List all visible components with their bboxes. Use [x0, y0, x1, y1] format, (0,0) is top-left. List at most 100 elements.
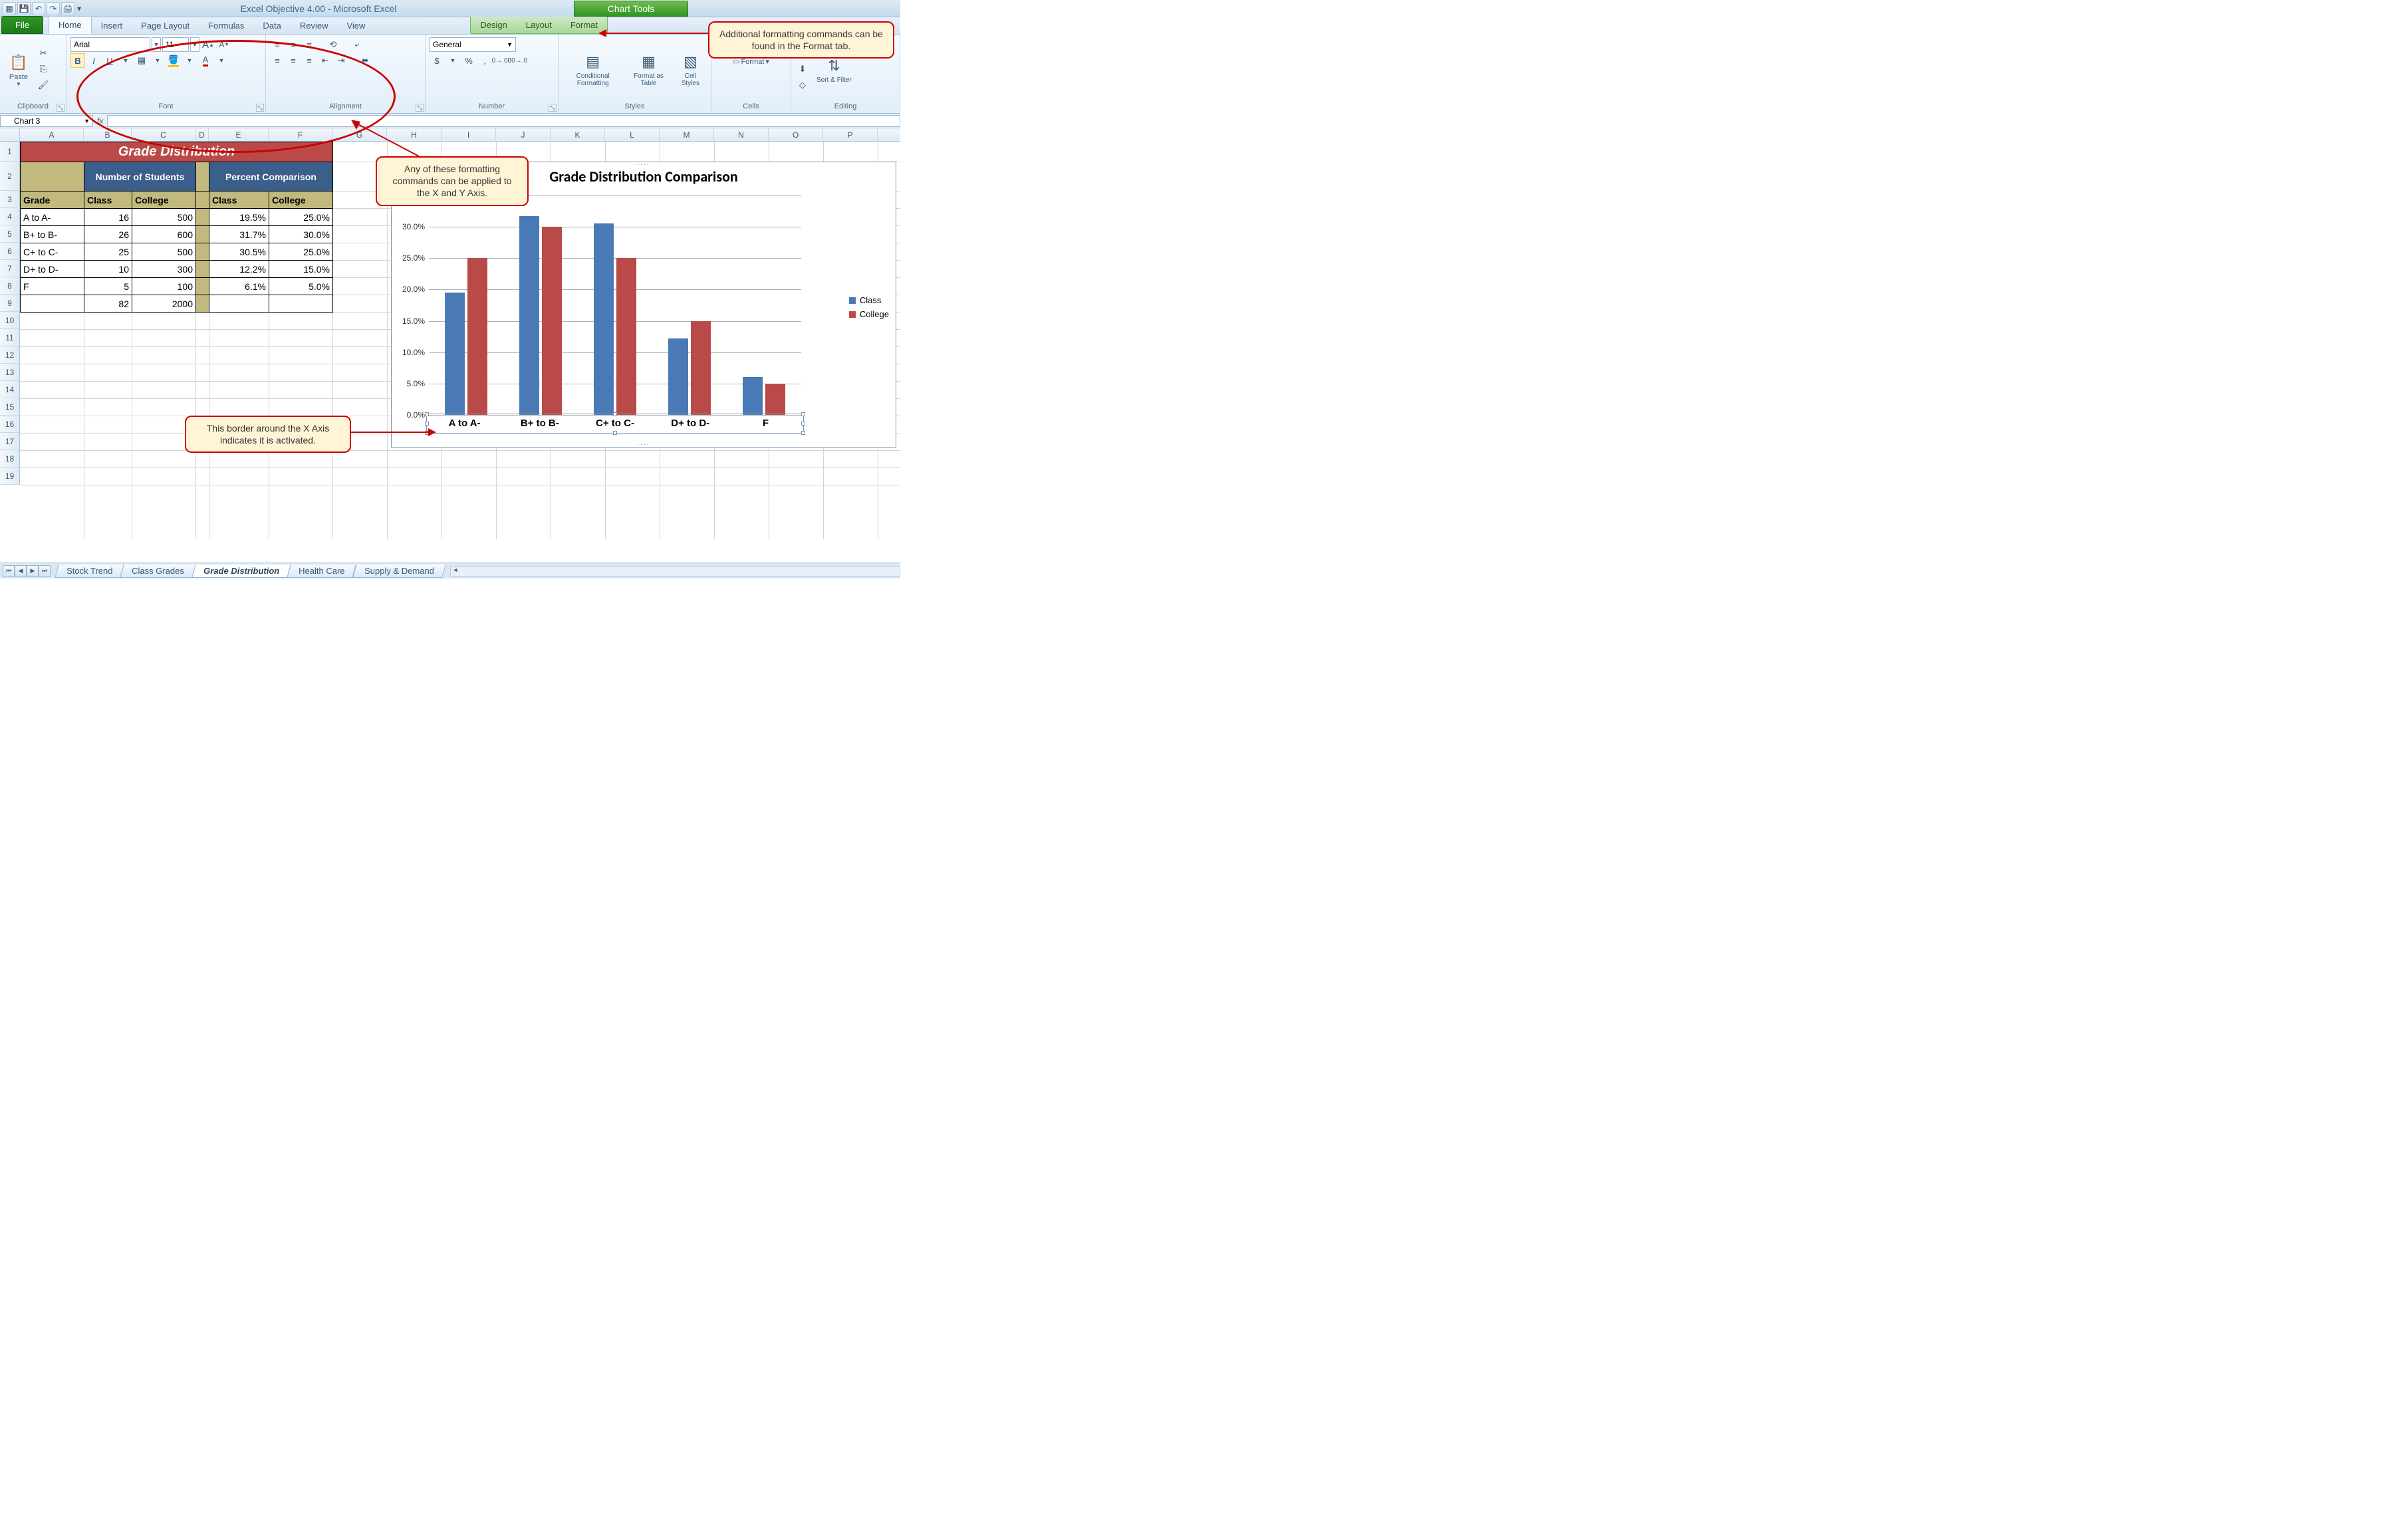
column-header[interactable]: L: [605, 128, 660, 141]
chart-legend[interactable]: Class College: [849, 295, 889, 323]
sheet-nav-first-icon[interactable]: ⏮: [3, 565, 15, 577]
size-dropdown-icon[interactable]: ▼: [190, 37, 199, 52]
cell-college-count[interactable]: 500: [132, 209, 196, 226]
cell-class-pct[interactable]: 19.5%: [209, 209, 269, 226]
sheet-tab[interactable]: Stock Trend: [55, 565, 124, 578]
cell-styles-button[interactable]: ▧ Cell Styles: [674, 50, 707, 88]
cell-class-pct[interactable]: 30.5%: [209, 243, 269, 261]
row-header[interactable]: 17: [0, 433, 20, 450]
cell-grade[interactable]: C+ to C-: [21, 243, 84, 261]
currency-icon[interactable]: $: [430, 53, 444, 68]
print-icon[interactable]: 🖨: [61, 2, 74, 15]
underline-dropdown-icon[interactable]: ▼: [118, 53, 133, 68]
row-header[interactable]: 11: [0, 329, 20, 346]
cell-grade[interactable]: D+ to D-: [21, 261, 84, 278]
row-header[interactable]: 18: [0, 450, 20, 467]
column-header[interactable]: I: [441, 128, 496, 141]
column-header[interactable]: C: [132, 128, 195, 141]
decrease-indent-icon[interactable]: ⇤: [318, 53, 332, 68]
tab-design[interactable]: Design: [471, 17, 516, 33]
cell-college-pct[interactable]: 5.0%: [269, 278, 333, 295]
fill-icon[interactable]: ⬇: [795, 62, 810, 76]
borders-dropdown-icon[interactable]: ▼: [150, 53, 165, 68]
chart-handle-bottom[interactable]: ∙∙∙∙: [637, 441, 650, 448]
align-center-icon[interactable]: ≡: [286, 53, 301, 68]
column-header[interactable]: G: [332, 128, 387, 141]
fill-dropdown-icon[interactable]: ▼: [182, 53, 197, 68]
chart-bar[interactable]: [542, 227, 562, 415]
paste-button[interactable]: 📋 Paste ▼: [4, 51, 33, 88]
row-header[interactable]: 12: [0, 346, 20, 364]
fx-icon[interactable]: fx: [93, 116, 107, 126]
column-header[interactable]: A: [20, 128, 84, 141]
name-box[interactable]: Chart 3 ▼: [0, 115, 93, 127]
excel-icon[interactable]: ▦: [3, 2, 16, 15]
sheet-nav-next-icon[interactable]: ▶: [27, 565, 39, 577]
row-header[interactable]: 13: [0, 364, 20, 381]
tab-page-layout[interactable]: Page Layout: [132, 17, 199, 34]
chart-bar[interactable]: [743, 377, 763, 416]
row-header[interactable]: 14: [0, 381, 20, 398]
font-color-icon[interactable]: A: [198, 53, 213, 68]
sheet-tab[interactable]: Class Grades: [120, 565, 196, 578]
legend-item-college[interactable]: College: [849, 309, 889, 319]
increase-indent-icon[interactable]: ⇥: [334, 53, 348, 68]
chart-plot-area[interactable]: 0.0%5.0%10.0%15.0%20.0%25.0%30.0%35.0%: [429, 195, 801, 415]
redo-icon[interactable]: ↷: [47, 2, 60, 15]
chart-bar[interactable]: [594, 223, 614, 415]
save-icon[interactable]: 💾: [17, 2, 31, 15]
chart-handle-top[interactable]: ∙∙∙∙: [637, 161, 650, 168]
undo-icon[interactable]: ↶: [32, 2, 45, 15]
axis-handle[interactable]: [425, 431, 429, 435]
sheet-nav-last-icon[interactable]: ⏭: [39, 565, 51, 577]
align-middle-icon[interactable]: ≡: [286, 37, 301, 52]
tab-data[interactable]: Data: [253, 17, 290, 34]
cut-icon[interactable]: ✂: [36, 46, 51, 61]
row-header[interactable]: 7: [0, 260, 20, 277]
row-header[interactable]: 8: [0, 277, 20, 295]
chart-x-axis[interactable]: A to A-B+ to B-C+ to C-D+ to D-F: [426, 414, 804, 434]
chart-bar[interactable]: [519, 216, 539, 415]
row-header[interactable]: 9: [0, 295, 20, 312]
decrease-decimal-icon[interactable]: .00→.0: [509, 53, 524, 68]
row-header[interactable]: 5: [0, 225, 20, 243]
tab-insert[interactable]: Insert: [92, 17, 132, 34]
cell-class-count[interactable]: 16: [84, 209, 132, 226]
align-top-icon[interactable]: ≡: [270, 37, 285, 52]
column-header[interactable]: N: [714, 128, 769, 141]
conditional-formatting-button[interactable]: ▤ Conditional Formatting: [563, 50, 623, 88]
font-dropdown-icon[interactable]: ▼: [152, 37, 161, 52]
cell-college-pct[interactable]: 25.0%: [269, 209, 333, 226]
sheet-tab[interactable]: Health Care: [287, 565, 357, 578]
cell-class-pct[interactable]: 6.1%: [209, 278, 269, 295]
bold-button[interactable]: B: [70, 53, 85, 68]
cell-college-count[interactable]: 600: [132, 226, 196, 243]
axis-handle[interactable]: [801, 422, 805, 426]
row-header[interactable]: 15: [0, 398, 20, 416]
row-header[interactable]: 10: [0, 312, 20, 329]
sheet-tab[interactable]: Grade Distribution: [191, 565, 291, 578]
sheet-nav-prev-icon[interactable]: ◀: [15, 565, 27, 577]
underline-button[interactable]: U: [102, 53, 117, 68]
row-header[interactable]: 16: [0, 416, 20, 433]
align-right-icon[interactable]: ≡: [302, 53, 316, 68]
cell-college-pct[interactable]: 30.0%: [269, 226, 333, 243]
file-tab[interactable]: File: [1, 16, 43, 34]
column-header[interactable]: F: [269, 128, 332, 141]
tab-home[interactable]: Home: [49, 16, 92, 34]
cell-class-count[interactable]: 26: [84, 226, 132, 243]
chart-bar[interactable]: [445, 293, 465, 415]
wrap-text-icon[interactable]: ⤶: [350, 37, 364, 52]
select-all-corner[interactable]: [0, 128, 20, 141]
tab-view[interactable]: View: [337, 17, 374, 34]
clear-icon[interactable]: ◇: [795, 78, 810, 92]
cell-college-pct[interactable]: 25.0%: [269, 243, 333, 261]
axis-handle[interactable]: [425, 422, 429, 426]
orientation-icon[interactable]: ⟲: [326, 37, 340, 52]
cell-grade[interactable]: A to A-: [21, 209, 84, 226]
borders-icon[interactable]: ▦: [134, 53, 149, 68]
axis-handle[interactable]: [613, 412, 617, 416]
legend-item-class[interactable]: Class: [849, 295, 889, 305]
chart-bar[interactable]: [467, 258, 487, 415]
chart-bar[interactable]: [765, 384, 785, 415]
